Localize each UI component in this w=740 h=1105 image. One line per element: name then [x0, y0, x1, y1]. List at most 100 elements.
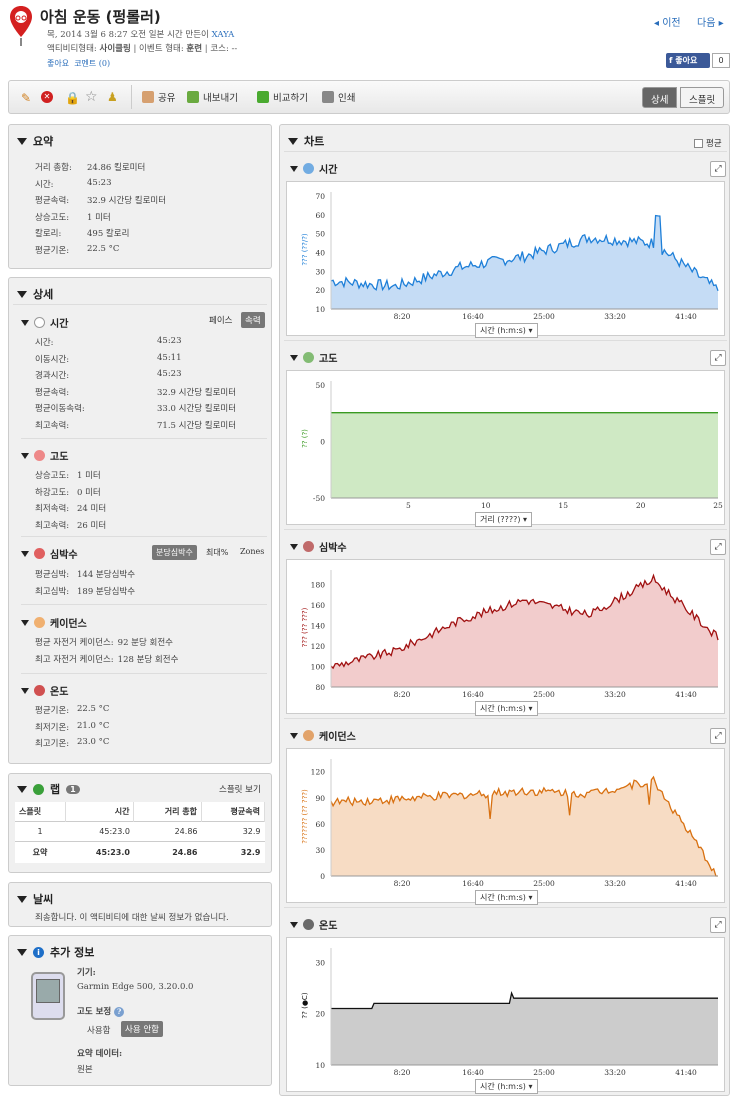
- stat-value: 128 분당 회전수: [117, 654, 179, 665]
- stat-value: 71.5 시간당 킬로미터: [157, 420, 237, 431]
- series-area: [331, 412, 718, 498]
- x-tick-label: 15: [558, 501, 568, 510]
- delete-icon[interactable]: ✕: [41, 91, 53, 103]
- compare-button[interactable]: 비교하기: [257, 90, 308, 104]
- collapse-icon[interactable]: [21, 319, 29, 326]
- x-axis-select[interactable]: 거리 (????) ▾: [475, 512, 533, 527]
- info-icon: i: [33, 946, 44, 958]
- stat-value: 24.86 킬로미터: [87, 163, 146, 173]
- chart-title: 시간: [319, 165, 338, 176]
- table-cell: 요약: [32, 848, 48, 857]
- table-row: 1 45:23.0 24.86 32.9: [15, 822, 265, 842]
- stat-label: 상승고도:: [35, 471, 70, 481]
- laps-header-cell[interactable]: 거리 총합: [133, 802, 202, 822]
- split-tab[interactable]: 스플릿: [680, 87, 725, 108]
- stat-row: 평균기온: 22.5 °C: [35, 704, 109, 721]
- collapse-icon[interactable]: [290, 921, 298, 928]
- x-axis-select[interactable]: 시간 (h:m:s) ▾: [475, 1079, 538, 1094]
- x-axis-select[interactable]: 시간 (h:m:s) ▾: [475, 890, 538, 905]
- speed-toggle[interactable]: 속력: [241, 312, 265, 328]
- export-button[interactable]: 내보내기: [187, 90, 238, 104]
- cadence-stats: 평균 자전거 케이던스: 92 분당 회전수 최고 자전거 케이던스: 128 분당 …: [35, 636, 178, 669]
- y-tick-label: 50: [315, 230, 325, 239]
- bpm-toggle[interactable]: 분당심박수: [152, 545, 197, 560]
- expand-icon[interactable]: ⤢: [710, 539, 726, 555]
- y-tick-label: 120: [311, 768, 326, 777]
- x-tick-label: 33:20: [604, 312, 626, 321]
- edit-icon[interactable]: ✎: [21, 91, 31, 105]
- x-axis-select[interactable]: 시간 (h:m:s) ▾: [475, 323, 538, 338]
- share-button[interactable]: 공유: [142, 90, 175, 104]
- facebook-like-button[interactable]: f 좋아요: [666, 53, 710, 68]
- max-percent-toggle[interactable]: 최대%: [206, 547, 228, 558]
- collapse-icon[interactable]: [17, 290, 27, 298]
- no-use-option[interactable]: 사용 안함: [121, 1021, 163, 1037]
- print-button[interactable]: 인쇄: [322, 90, 355, 104]
- expand-icon[interactable]: ⤢: [710, 161, 726, 177]
- chart-area: 50 0 -50 ?? (?) 5 10 15 20 25 거리 (????) ▾: [286, 370, 725, 527]
- collapse-icon[interactable]: [21, 687, 29, 694]
- collapse-icon[interactable]: [17, 137, 27, 145]
- chart-title: 케이던스: [319, 732, 356, 743]
- chart-title: 심박수: [319, 543, 347, 554]
- summary-title: 요약: [33, 135, 54, 148]
- stat-row: 최고심박: 189 분당심박수: [35, 585, 135, 602]
- collapse-icon[interactable]: [17, 785, 27, 793]
- laps-header-cell[interactable]: 평균속력: [201, 802, 265, 822]
- collapse-icon[interactable]: [21, 452, 29, 459]
- y-tick-label: 140: [311, 621, 326, 630]
- activity-title[interactable]: 아침 운동 (펑롤러): [40, 6, 161, 27]
- lock-icon[interactable]: 🔒: [65, 91, 80, 105]
- hr-stats: 평균심박: 144 분당심박수 최고심박: 189 분당심박수: [35, 568, 135, 601]
- x-tick-label: 41:40: [675, 1068, 697, 1077]
- x-tick-label: 25:00: [533, 879, 555, 888]
- collapse-icon[interactable]: [17, 948, 27, 956]
- x-axis-select[interactable]: 시간 (h:m:s) ▾: [475, 701, 538, 716]
- zones-toggle[interactable]: Zones: [240, 547, 264, 556]
- collapse-icon[interactable]: [290, 354, 298, 361]
- collapse-icon[interactable]: [288, 137, 298, 145]
- table-cell: 45:23.0: [99, 827, 130, 836]
- collapse-icon[interactable]: [21, 619, 29, 626]
- owner-link[interactable]: XAYA: [212, 30, 235, 40]
- pace-toggle[interactable]: 페이스: [209, 314, 232, 326]
- detail-panel: 상세 시간 페이스 속력 시간: 45:23 이동시간: 45:11 경과시간: 45:2…: [8, 277, 272, 764]
- stat-value: 32.9 시간당 킬로미터: [157, 387, 237, 398]
- expand-icon[interactable]: ⤢: [710, 728, 726, 744]
- elev-icon: [303, 352, 314, 363]
- comment-link[interactable]: 코멘트 (0): [74, 59, 110, 68]
- next-link[interactable]: 다음 ▸: [697, 14, 724, 29]
- collapse-icon[interactable]: [290, 543, 298, 550]
- stat-value: 22.5 °C: [77, 704, 110, 714]
- stat-value: 45:23: [157, 336, 182, 346]
- person-icon[interactable]: ♟: [107, 90, 118, 104]
- collapse-icon[interactable]: [21, 550, 29, 557]
- split-view-link[interactable]: 스플릿 보기: [219, 783, 261, 795]
- use-option[interactable]: 사용함: [87, 1024, 110, 1036]
- time-stats: 시간: 45:23 이동시간: 45:11 경과시간: 45:23 평균속력: 32.9 시간…: [35, 336, 236, 435]
- chart-area: 120 90 60 30 0 ??????? (?? ???) 8:20 16:40 25:00…: [286, 748, 725, 905]
- expand-icon[interactable]: ⤢: [710, 917, 726, 933]
- collapse-icon[interactable]: [290, 732, 298, 739]
- laps-header-cell[interactable]: 스플릿: [15, 802, 66, 822]
- stat-row: 경과시간: 45:23: [35, 369, 236, 386]
- help-icon[interactable]: ?: [114, 1007, 125, 1017]
- like-link[interactable]: 좋아요: [47, 59, 69, 68]
- average-checkbox[interactable]: [694, 138, 703, 148]
- hr-section-title: 심박수: [50, 550, 78, 561]
- laps-header-cell[interactable]: 시간: [65, 802, 135, 822]
- expand-icon[interactable]: ⤢: [710, 350, 726, 366]
- stat-value: 92 분당 회전수: [117, 638, 173, 648]
- y-tick-label: 40: [315, 249, 325, 258]
- star-icon[interactable]: ☆: [85, 89, 98, 105]
- collapse-icon[interactable]: [17, 895, 27, 903]
- x-tick-label: 8:20: [394, 1068, 411, 1077]
- prev-link[interactable]: ◂ 이전: [654, 14, 681, 29]
- collapse-icon[interactable]: [290, 165, 298, 172]
- stat-label: 이동시간:: [35, 354, 70, 365]
- detail-tab[interactable]: 상세: [642, 87, 678, 108]
- chart-title: 온도: [319, 921, 338, 932]
- cad-icon: [303, 730, 314, 741]
- average-toggle[interactable]: 평균: [694, 137, 722, 149]
- summary-data-label: 요약 데이터:: [77, 1049, 123, 1059]
